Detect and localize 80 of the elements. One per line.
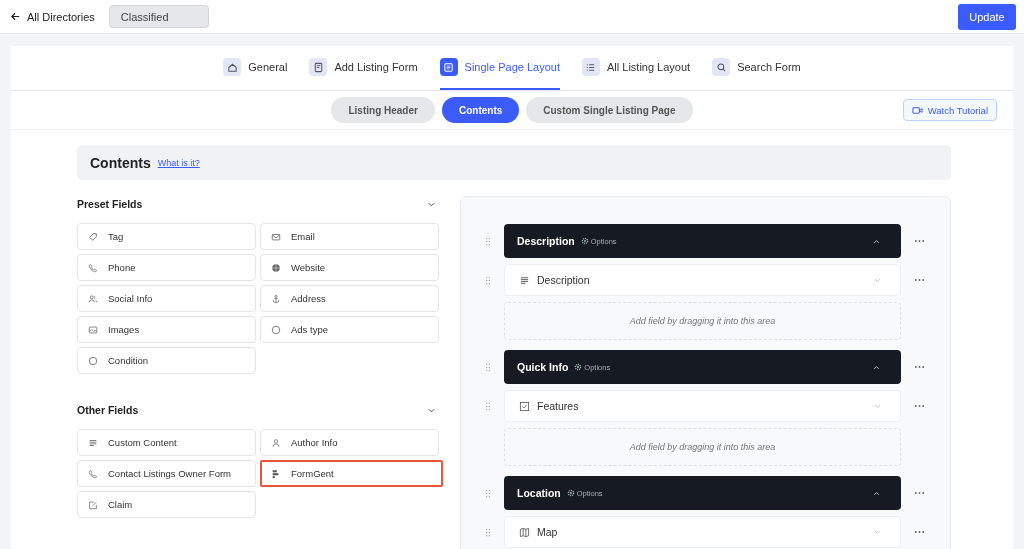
section-title: Contents	[90, 154, 151, 171]
what-is-it-link[interactable]: What is it?	[157, 157, 200, 168]
subtab[interactable]: Custom Single Listing Page	[526, 97, 693, 123]
tab[interactable]: Single Page Layout	[439, 46, 560, 90]
image-icon	[88, 324, 98, 335]
form-icon	[312, 61, 324, 73]
more-icon[interactable]	[914, 278, 925, 282]
search-icon	[715, 61, 727, 73]
drag-handle-icon[interactable]	[485, 236, 491, 246]
tab[interactable]: General	[223, 46, 288, 90]
field-name: Map	[537, 526, 558, 538]
back-link[interactable]: All Directories	[10, 10, 95, 23]
phone-icon	[88, 468, 98, 479]
tab[interactable]: Search Form	[712, 46, 801, 90]
section-name: Quick Info	[517, 361, 569, 373]
tab[interactable]: Add Listing Form	[309, 46, 418, 90]
field-name: Description	[537, 274, 590, 286]
map-icon	[519, 526, 530, 538]
watch-tutorial-button[interactable]: Watch Tutorial	[902, 99, 997, 121]
section-name: Location	[517, 487, 561, 499]
drag-handle-icon[interactable]	[485, 488, 491, 498]
people-icon	[88, 293, 98, 304]
video-camera-icon	[911, 104, 923, 116]
more-icon[interactable]	[914, 404, 925, 408]
drag-handle-icon[interactable]	[485, 527, 491, 537]
field-item[interactable]: Contact Listings Owner Form	[77, 460, 256, 487]
field-row[interactable]: Description	[504, 264, 901, 296]
formgent-icon	[271, 468, 281, 479]
lines-icon	[519, 274, 530, 286]
field-item[interactable]: Ads type	[260, 316, 439, 343]
checkbox-icon	[519, 400, 530, 412]
group-title: Preset Fields	[77, 198, 143, 210]
globe-icon	[271, 262, 281, 273]
settings-icon	[566, 489, 575, 497]
field-name: Features	[537, 400, 579, 412]
circle-icon	[88, 355, 98, 366]
subtab[interactable]: Contents	[441, 97, 520, 123]
anchor-icon	[271, 293, 281, 304]
update-button[interactable]: Update	[958, 3, 1016, 30]
more-icon[interactable]	[914, 365, 925, 369]
group-title: Other Fields	[77, 404, 139, 416]
field-item[interactable]: Website	[260, 254, 439, 281]
field-item[interactable]: Tag	[77, 223, 256, 250]
field-item[interactable]: Phone	[77, 254, 256, 281]
edit-icon	[88, 499, 98, 510]
tab[interactable]: All Listing Layout	[582, 46, 691, 90]
more-icon[interactable]	[914, 491, 925, 495]
list-icon	[585, 61, 597, 73]
field-item[interactable]: Address	[260, 285, 439, 312]
field-item[interactable]: FormGent	[260, 460, 443, 487]
field-row[interactable]: Map	[504, 516, 901, 548]
field-item[interactable]: Author Info	[260, 429, 439, 456]
drag-handle-icon[interactable]	[485, 275, 491, 285]
lines-icon	[88, 437, 98, 448]
field-item[interactable]: Custom Content	[77, 429, 256, 456]
field-item[interactable]: Social Info	[77, 285, 256, 312]
settings-icon	[580, 237, 589, 245]
field-item[interactable]: Condition	[77, 347, 256, 374]
layout-icon	[443, 61, 455, 73]
arrow-left-icon	[10, 11, 21, 22]
section-name: Description	[517, 235, 575, 247]
person-icon	[271, 437, 281, 448]
field-item[interactable]: Images	[77, 316, 256, 343]
directory-field[interactable]: Classified	[108, 5, 209, 28]
subtab[interactable]: Listing Header	[331, 97, 435, 123]
field-row[interactable]: Features	[504, 390, 901, 422]
more-icon[interactable]	[914, 530, 925, 534]
field-item[interactable]: Claim	[77, 491, 256, 518]
tag-icon	[88, 231, 98, 242]
drag-handle-icon[interactable]	[485, 401, 491, 411]
home-icon	[226, 61, 238, 73]
drop-zone: Add field by dragging it into this area	[504, 428, 901, 466]
drop-zone: Add field by dragging it into this area	[504, 302, 901, 340]
more-icon[interactable]	[914, 239, 925, 243]
envelope-icon	[271, 231, 281, 242]
drag-handle-icon[interactable]	[485, 362, 491, 372]
field-item[interactable]: Email	[260, 223, 439, 250]
settings-icon	[574, 363, 583, 371]
circle-icon	[271, 324, 281, 335]
phone-icon	[88, 262, 98, 273]
